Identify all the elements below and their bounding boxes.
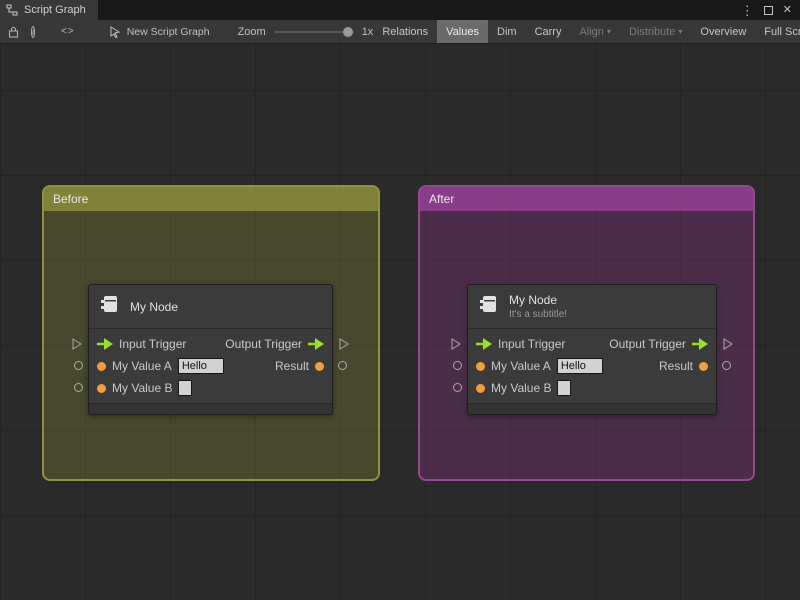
trigger-arrow-icon — [692, 338, 708, 350]
values-button[interactable]: Values — [437, 20, 488, 43]
group-before-title: Before — [53, 192, 89, 206]
tab-script-graph[interactable]: Script Graph — [0, 0, 98, 20]
window-controls: ⋮ ✕ — [741, 0, 800, 20]
node-my-node-before[interactable]: My Node Input Trigger Output Trigger My … — [72, 284, 349, 415]
value-connector-right-icon[interactable] — [722, 361, 731, 370]
info-icon[interactable]: i — [31, 25, 35, 38]
group-before-header[interactable]: Before — [44, 187, 378, 211]
port-my-value-b[interactable]: My Value B — [476, 380, 572, 396]
node-title: My Node — [130, 299, 179, 314]
zoom-slider-knob[interactable] — [342, 26, 353, 37]
trigger-connector-right-icon[interactable] — [339, 338, 349, 350]
value-connector-right-icon[interactable] — [338, 361, 347, 370]
value-connector-left-icon[interactable] — [74, 361, 83, 370]
distribute-button[interactable]: Distribute ▾ — [620, 20, 691, 43]
port-my-value-a[interactable]: My Value A — [476, 358, 603, 374]
port-output-trigger[interactable]: Output Trigger — [225, 337, 324, 351]
value-connector-left-icon[interactable] — [453, 361, 462, 370]
code-icon[interactable]: <> — [61, 26, 75, 37]
fullscreen-button[interactable]: Full Scr — [755, 20, 800, 43]
graph-canvas[interactable]: Before After My Node Input Trigger Outpu… — [0, 44, 800, 600]
value-port-icon — [476, 383, 485, 393]
dim-button[interactable]: Dim — [488, 20, 526, 43]
node-ports: Input Trigger Output Trigger My Value A … — [89, 329, 332, 403]
lock-icon[interactable] — [8, 26, 19, 38]
value-port-icon — [699, 361, 708, 371]
unit-icon — [99, 293, 121, 320]
chevron-down-icon: ▾ — [678, 26, 683, 36]
port-my-value-a[interactable]: My Value A — [97, 358, 224, 374]
group-after-header[interactable]: After — [420, 187, 753, 211]
port-result[interactable]: Result — [659, 359, 708, 373]
trigger-arrow-icon — [97, 338, 113, 350]
trigger-arrow-icon — [308, 338, 324, 350]
node-footer — [89, 403, 332, 414]
node-my-node-after[interactable]: My Node It's a subtitle! Input Trigger O… — [451, 284, 733, 415]
chevron-down-icon: ▾ — [606, 26, 611, 36]
menu-icon[interactable]: ⋮ — [741, 4, 754, 17]
overview-button[interactable]: Overview — [691, 20, 755, 43]
graph-name-label: New Script Graph — [126, 25, 210, 38]
align-button[interactable]: Align ▾ — [570, 20, 619, 43]
port-output-trigger[interactable]: Output Trigger — [609, 337, 708, 351]
trigger-connector-left-icon[interactable] — [72, 338, 82, 350]
trigger-arrow-icon — [476, 338, 492, 350]
toolbar-buttons: Relations Values Dim Carry Align ▾ Distr… — [373, 20, 800, 43]
value-connector-left-icon[interactable] — [74, 383, 83, 392]
graph-toolbar: i <> New Script Graph Zoom 1x Relations … — [0, 20, 800, 44]
node-footer — [468, 403, 716, 414]
value-port-icon — [97, 361, 106, 371]
trigger-connector-right-icon[interactable] — [723, 338, 733, 350]
group-after-title: After — [429, 192, 455, 206]
port-result[interactable]: Result — [275, 359, 324, 373]
tab-bar: Script Graph ⋮ ✕ — [0, 0, 800, 20]
zoom-slider[interactable] — [273, 26, 354, 37]
value-port-icon — [97, 383, 106, 393]
unit-icon — [478, 293, 500, 320]
pointer-icon — [109, 25, 121, 38]
node-header[interactable]: My Node It's a subtitle! — [468, 285, 716, 329]
node-ports: Input Trigger Output Trigger My Value A … — [468, 329, 716, 403]
graph-name: New Script Graph — [109, 26, 210, 38]
carry-button[interactable]: Carry — [526, 20, 571, 43]
node-subtitle: It's a subtitle! — [509, 309, 568, 320]
value-a-input[interactable] — [556, 358, 603, 374]
port-input-trigger[interactable]: Input Trigger — [97, 337, 186, 351]
tab-title: Script Graph — [24, 4, 86, 16]
zoom-value: 1x — [361, 25, 374, 38]
port-input-trigger[interactable]: Input Trigger — [476, 337, 565, 351]
node-header[interactable]: My Node — [89, 285, 332, 329]
relations-button[interactable]: Relations — [373, 20, 437, 43]
value-a-input[interactable] — [177, 358, 224, 374]
node-title: My Node — [509, 293, 558, 307]
port-my-value-b[interactable]: My Value B — [97, 380, 193, 396]
zoom-control: Zoom 1x — [238, 26, 374, 38]
value-connector-left-icon[interactable] — [453, 383, 462, 392]
close-icon[interactable]: ✕ — [783, 4, 792, 16]
script-graph-icon — [6, 4, 18, 16]
value-port-icon — [476, 361, 485, 371]
trigger-connector-left-icon[interactable] — [451, 338, 461, 350]
maximize-icon[interactable] — [763, 5, 773, 15]
value-b-input[interactable] — [178, 380, 193, 396]
value-port-icon — [315, 361, 324, 371]
value-b-input[interactable] — [557, 380, 572, 396]
zoom-label: Zoom — [237, 25, 266, 38]
